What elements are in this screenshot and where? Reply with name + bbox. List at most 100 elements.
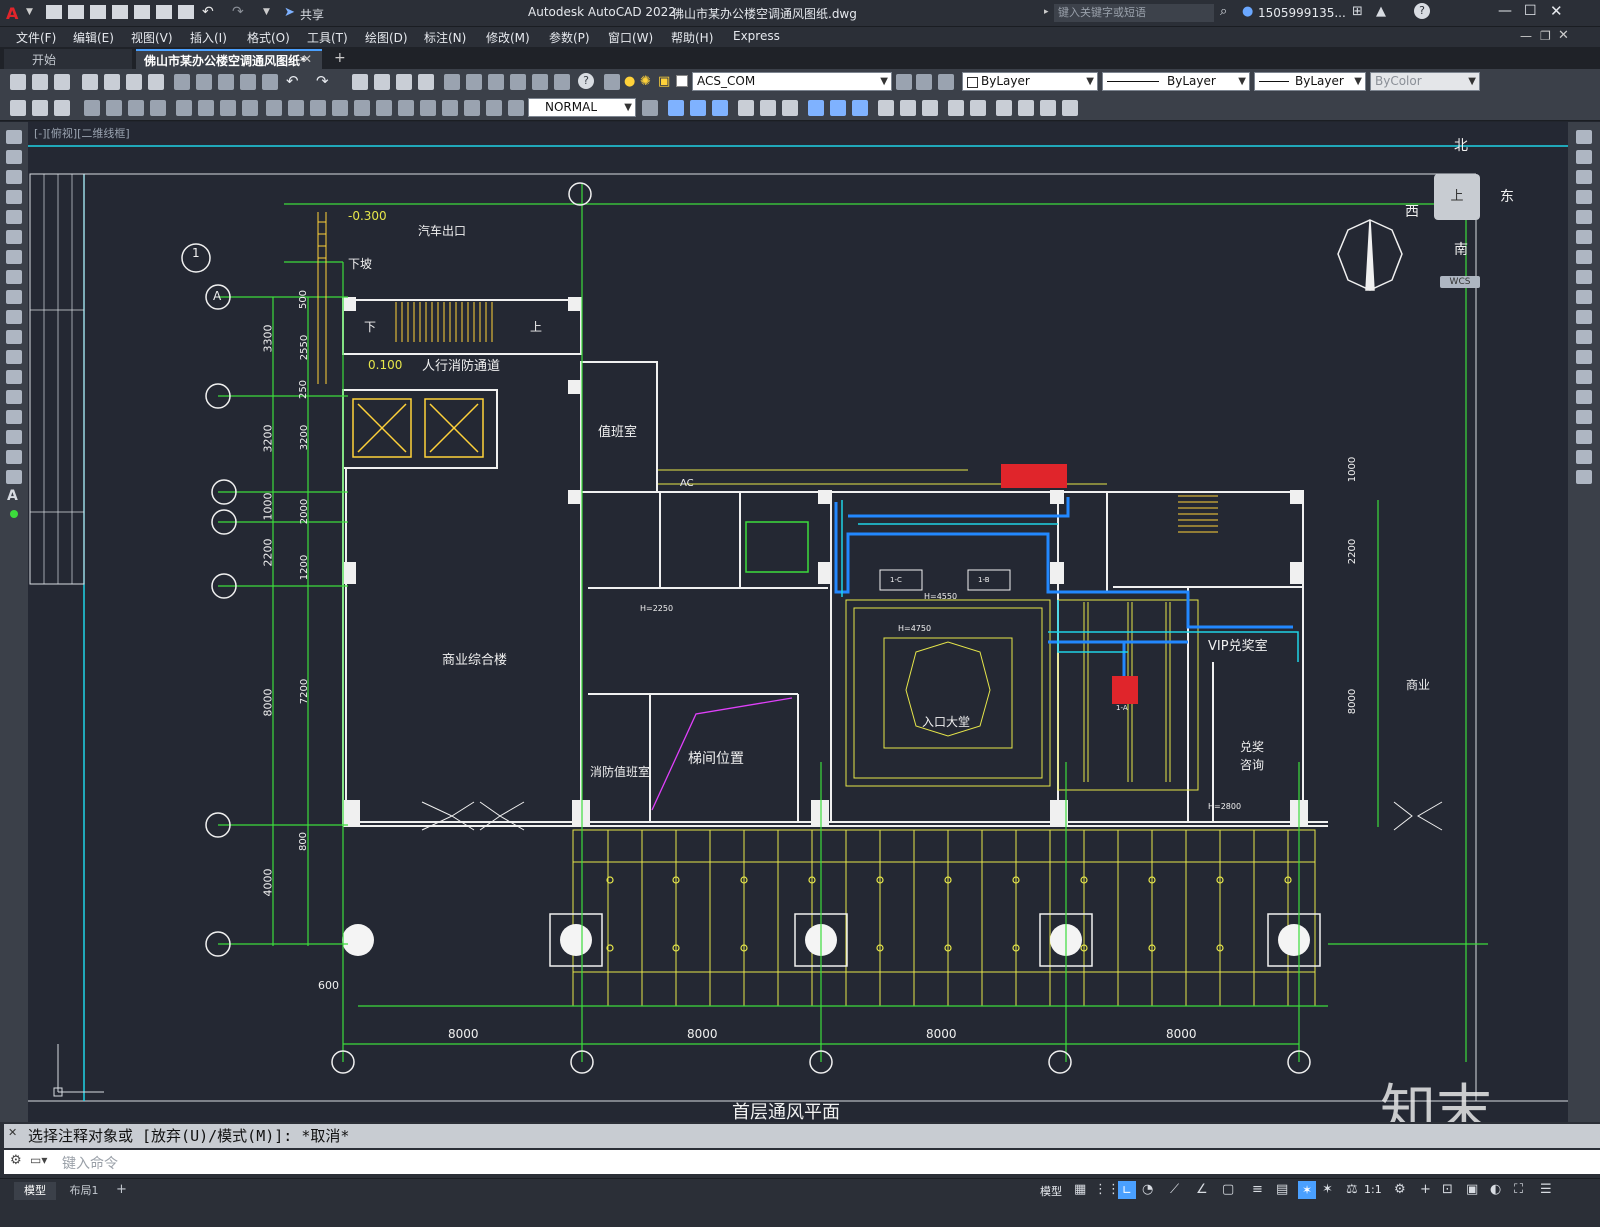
dim-diameter-icon[interactable] bbox=[220, 100, 236, 116]
redo-icon[interactable]: ↷ bbox=[232, 4, 244, 20]
menu-parametric[interactable]: 参数(P) bbox=[549, 29, 590, 46]
command-input[interactable]: ⚙ ▭▾ 键入命令 bbox=[4, 1150, 1600, 1174]
linetype-dropdown[interactable]: ByLayer ▼ bbox=[1102, 72, 1250, 91]
extend-tool-icon[interactable] bbox=[1576, 330, 1592, 344]
quick-dim-icon[interactable] bbox=[266, 100, 282, 116]
menu-modify[interactable]: 修改(M) bbox=[486, 29, 530, 46]
layer-states-icon[interactable] bbox=[938, 74, 954, 90]
view-e-icon[interactable] bbox=[830, 100, 846, 116]
tb-undo-icon[interactable]: ↶ bbox=[286, 72, 299, 90]
lineweight-toggle-icon[interactable]: ≡ bbox=[1252, 1182, 1263, 1197]
mirror-tool-icon[interactable] bbox=[1576, 170, 1592, 184]
tab-start[interactable]: 开始 bbox=[4, 49, 132, 69]
ortho-icon[interactable]: ∟ bbox=[1118, 1181, 1136, 1199]
region-tool-icon[interactable] bbox=[6, 450, 22, 464]
publish-icon[interactable] bbox=[126, 74, 142, 90]
trim-tool-icon[interactable] bbox=[1576, 310, 1592, 324]
dim-linear-icon[interactable] bbox=[84, 100, 100, 116]
menu-draw[interactable]: 绘图(D) bbox=[365, 29, 408, 46]
layer-on-icon[interactable]: ● bbox=[624, 74, 635, 89]
dim-update-icon[interactable] bbox=[508, 100, 524, 116]
view-i-icon[interactable] bbox=[922, 100, 938, 116]
add-layout-icon[interactable]: + bbox=[116, 1182, 127, 1197]
polar-icon[interactable]: ◔ bbox=[1142, 1182, 1153, 1197]
autodesk-app-icon[interactable]: ▲ bbox=[1376, 4, 1386, 19]
tab-document[interactable]: 佛山市某办公楼空调通风图纸* ✕ bbox=[136, 49, 322, 69]
new-file-icon[interactable] bbox=[46, 5, 62, 19]
dim-arc-icon[interactable] bbox=[128, 100, 144, 116]
user-icon[interactable]: ● bbox=[1242, 4, 1253, 19]
wcs-button[interactable]: WCS bbox=[1440, 276, 1480, 288]
tab-layout1[interactable]: 布局1 bbox=[60, 1182, 108, 1200]
view-d-icon[interactable] bbox=[808, 100, 824, 116]
app-menu-chevron-icon[interactable]: ▼ bbox=[26, 7, 33, 17]
print-icon[interactable] bbox=[82, 74, 98, 90]
properties-icon[interactable] bbox=[444, 74, 460, 90]
revcloud-tool-icon[interactable] bbox=[6, 270, 22, 284]
pan-icon[interactable] bbox=[352, 74, 368, 90]
sheet-set-icon[interactable] bbox=[510, 74, 526, 90]
explode-tool-icon[interactable] bbox=[1576, 470, 1592, 484]
plot-icon[interactable] bbox=[178, 5, 194, 19]
calculator-icon[interactable] bbox=[554, 74, 570, 90]
viewcube-east[interactable]: 东 bbox=[1500, 186, 1514, 206]
tb2-c-icon[interactable] bbox=[54, 100, 70, 116]
layer-thaw-icon[interactable]: ✺ bbox=[640, 74, 651, 89]
open-file-icon[interactable] bbox=[68, 5, 84, 19]
close-icon[interactable]: ✕ bbox=[1550, 2, 1563, 20]
tool-palettes-icon[interactable] bbox=[488, 74, 504, 90]
menu-view[interactable]: 视图(V) bbox=[131, 29, 173, 46]
insert-block-icon[interactable] bbox=[6, 350, 22, 364]
zoom-window-icon[interactable] bbox=[396, 74, 412, 90]
tb-help-icon[interactable]: ? bbox=[578, 73, 594, 89]
view-m-icon[interactable] bbox=[1018, 100, 1034, 116]
scale-tool-icon[interactable] bbox=[1576, 270, 1592, 284]
menu-dimension[interactable]: 标注(N) bbox=[424, 29, 466, 46]
view-h-icon[interactable] bbox=[900, 100, 916, 116]
dim-aligned-icon[interactable] bbox=[106, 100, 122, 116]
tab-model[interactable]: 模型 bbox=[14, 1182, 56, 1200]
center-mark-icon[interactable] bbox=[398, 100, 414, 116]
autocad-logo-icon[interactable]: A bbox=[6, 4, 24, 23]
circle-tool-icon[interactable] bbox=[6, 250, 22, 264]
view-k-icon[interactable] bbox=[970, 100, 986, 116]
jogged-linear-icon[interactable] bbox=[442, 100, 458, 116]
isodraft-icon[interactable]: ⟋ bbox=[1170, 1182, 1179, 1197]
cut-icon[interactable] bbox=[174, 74, 190, 90]
polygon-tool-icon[interactable] bbox=[6, 190, 22, 204]
stretch-tool-icon[interactable] bbox=[1576, 290, 1592, 304]
fullscreen-icon[interactable]: ⛶ bbox=[1514, 1182, 1523, 1197]
view-f-icon[interactable] bbox=[852, 100, 868, 116]
view-b-icon[interactable] bbox=[760, 100, 776, 116]
layer-props-icon[interactable] bbox=[604, 74, 620, 90]
share-icon[interactable]: ➤ bbox=[284, 5, 295, 20]
dim-ordinate-icon[interactable] bbox=[150, 100, 166, 116]
view-j-icon[interactable] bbox=[948, 100, 964, 116]
plotstyle-dropdown[interactable]: ByColor ▼ bbox=[1370, 72, 1480, 91]
hatch-tool-icon[interactable] bbox=[6, 410, 22, 424]
units-icon[interactable]: ⊡ bbox=[1442, 1182, 1453, 1197]
construction-line-icon[interactable] bbox=[6, 150, 22, 164]
dim-style-icon[interactable] bbox=[642, 100, 658, 116]
layer-lock-icon[interactable]: ▣ bbox=[658, 74, 670, 89]
tb2-a-icon[interactable] bbox=[10, 100, 26, 116]
make-current-icon[interactable] bbox=[896, 74, 912, 90]
doc-minimize-icon[interactable]: — bbox=[1520, 29, 1532, 43]
view-cube2-icon[interactable] bbox=[690, 100, 706, 116]
maximize-icon[interactable]: ☐ bbox=[1524, 3, 1537, 19]
menu-help[interactable]: 帮助(H) bbox=[671, 29, 713, 46]
make-block-icon[interactable] bbox=[6, 370, 22, 384]
dim-baseline-icon[interactable] bbox=[288, 100, 304, 116]
chamfer-tool-icon[interactable] bbox=[1576, 410, 1592, 424]
line-tool-icon[interactable] bbox=[6, 130, 22, 144]
match-prop-icon[interactable] bbox=[240, 74, 256, 90]
point-tool-icon[interactable] bbox=[6, 390, 22, 404]
view-cube3-icon[interactable] bbox=[712, 100, 728, 116]
dim-jogged-icon[interactable] bbox=[198, 100, 214, 116]
viewcube-top[interactable]: 上 bbox=[1434, 174, 1480, 220]
blend-tool-icon[interactable] bbox=[1576, 450, 1592, 464]
join-tool-icon[interactable] bbox=[1576, 390, 1592, 404]
user-name[interactable]: 1505999135... bbox=[1258, 6, 1346, 20]
viewcube-west[interactable]: 西 bbox=[1405, 201, 1419, 221]
markup-icon[interactable] bbox=[532, 74, 548, 90]
